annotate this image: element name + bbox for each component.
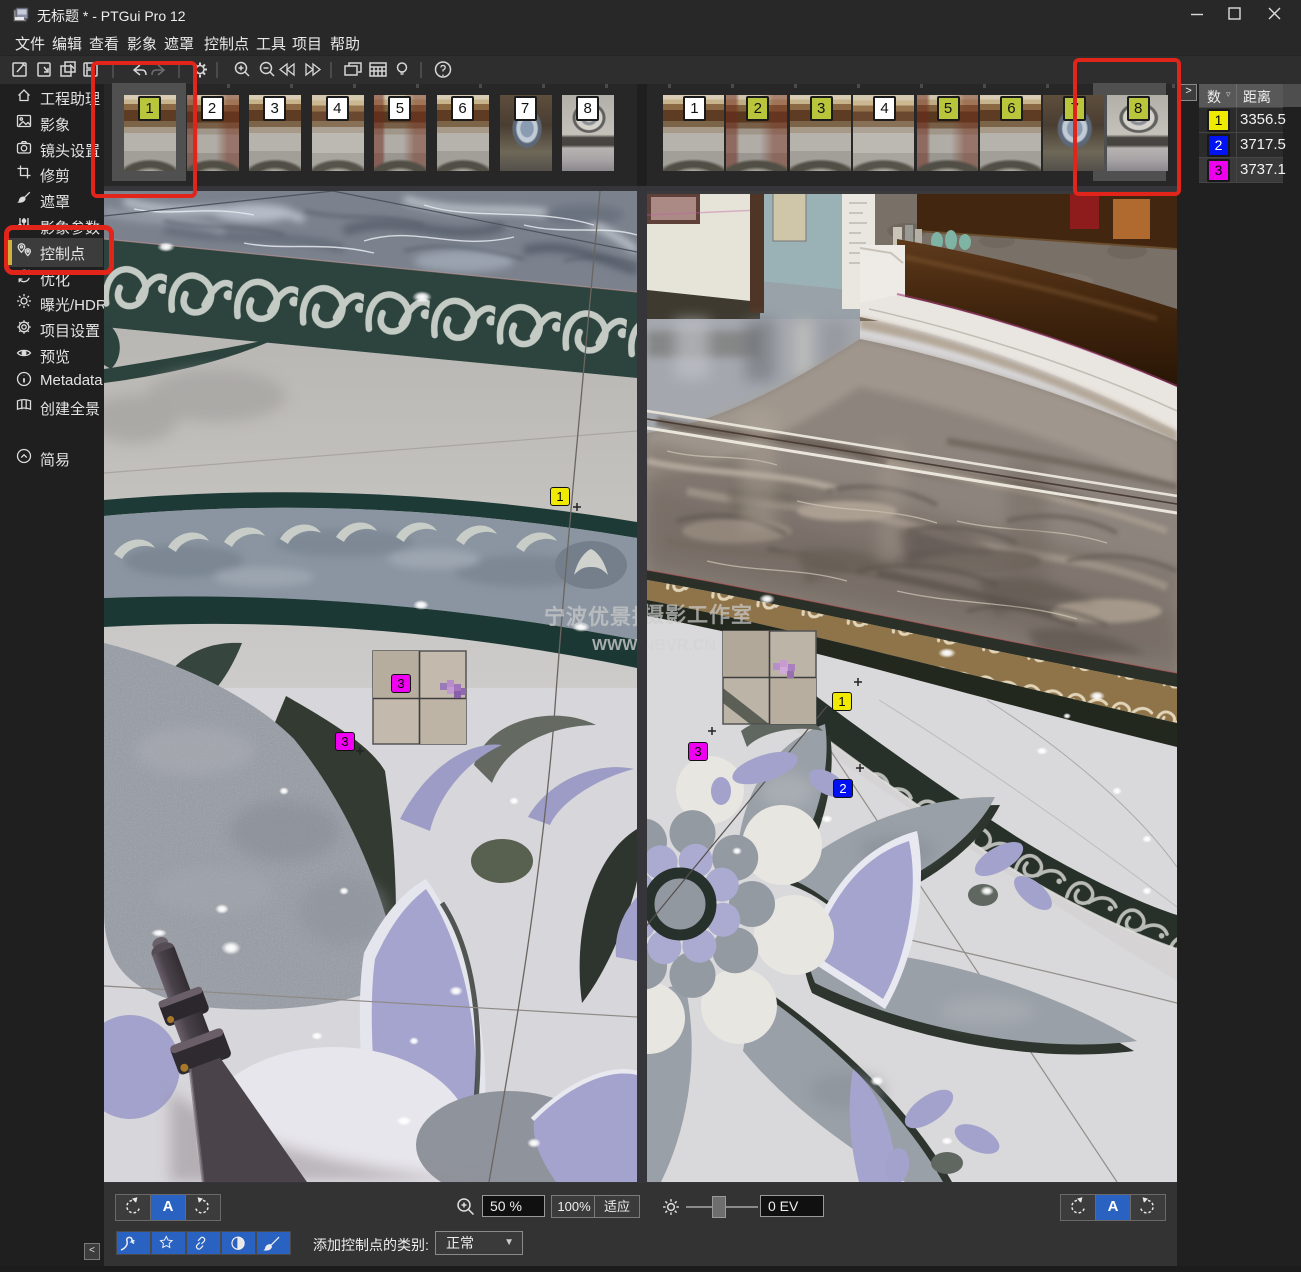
- svg-text:宁波优景摄影: 宁波优景摄影: [544, 605, 637, 629]
- svg-text:WWW.NB: WWW.NB: [592, 637, 637, 654]
- svg-text:摄影工作室: 摄影工作室: [647, 603, 753, 627]
- svg-text:NBVR.CN: NBVR.CN: [647, 637, 716, 654]
